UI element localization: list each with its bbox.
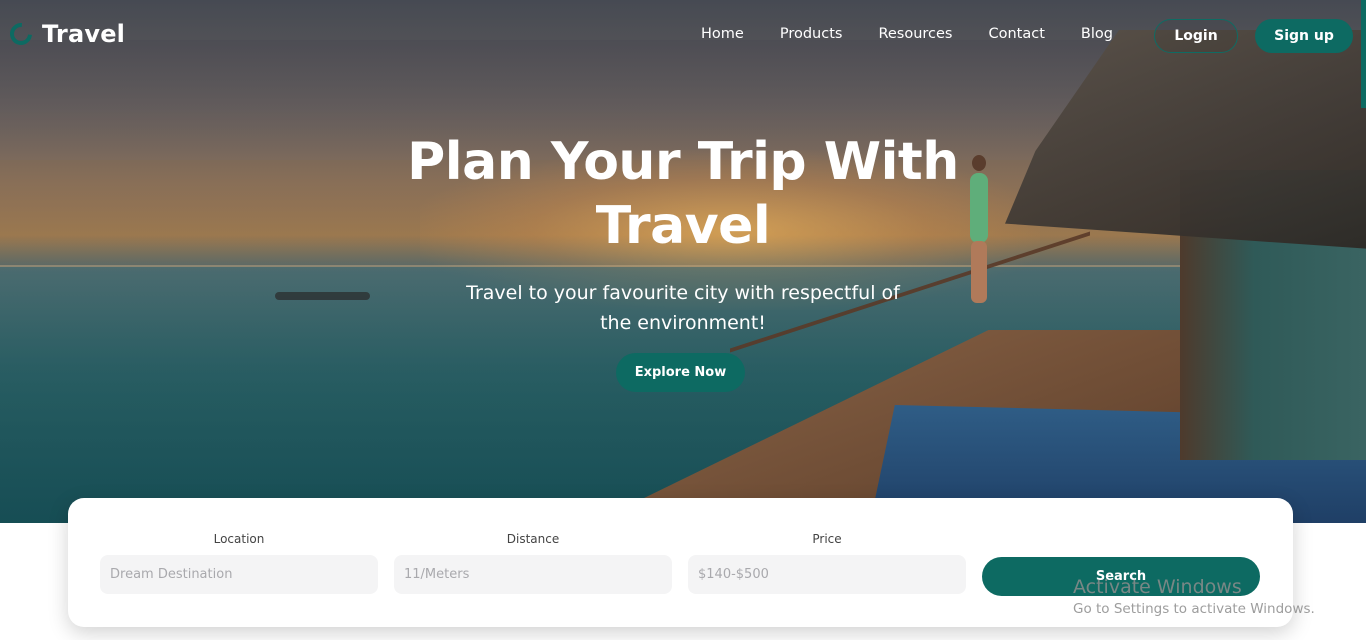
nav-links: Home Products Resources Contact Blog bbox=[701, 26, 1149, 42]
location-label: Location bbox=[213, 532, 265, 546]
hero-subtitle: Travel to your favourite city with respe… bbox=[433, 278, 933, 338]
distance-label: Distance bbox=[506, 532, 560, 546]
explore-now-button[interactable]: Explore Now bbox=[616, 353, 745, 392]
nav-link-products[interactable]: Products bbox=[780, 26, 843, 42]
price-label: Price bbox=[812, 532, 842, 546]
brand-logo-icon bbox=[5, 18, 37, 50]
brand[interactable]: Travel bbox=[5, 18, 126, 50]
windows-activation-watermark: Activate Windows Go to Settings to activ… bbox=[1073, 576, 1315, 619]
hero-subtitle-line1: Travel to your favourite city with respe… bbox=[466, 282, 900, 304]
nav-link-home[interactable]: Home bbox=[701, 26, 744, 42]
hero-title-line1: Plan Your Trip With bbox=[407, 132, 959, 192]
hero-rocks bbox=[275, 292, 370, 300]
hero-title-line2: Travel bbox=[595, 196, 771, 256]
page-scrollbar[interactable] bbox=[1361, 0, 1366, 108]
signup-button[interactable]: Sign up bbox=[1255, 19, 1353, 53]
top-nav: Travel Home Products Resources Contact B… bbox=[0, 0, 1366, 72]
nav-link-contact[interactable]: Contact bbox=[989, 26, 1045, 42]
distance-input[interactable] bbox=[394, 555, 672, 594]
hero-subtitle-line2: the environment! bbox=[600, 312, 766, 334]
nav-link-blog[interactable]: Blog bbox=[1081, 26, 1113, 42]
nav-link-resources[interactable]: Resources bbox=[878, 26, 952, 42]
watermark-title: Activate Windows bbox=[1073, 576, 1242, 598]
brand-name: Travel bbox=[42, 20, 126, 48]
watermark-subtitle: Go to Settings to activate Windows. bbox=[1073, 601, 1315, 617]
price-input[interactable] bbox=[688, 555, 966, 594]
hero-title: Plan Your Trip With Travel bbox=[383, 130, 983, 258]
hero-section: Plan Your Trip With Travel Travel to you… bbox=[0, 0, 1366, 523]
location-input[interactable] bbox=[100, 555, 378, 594]
login-button[interactable]: Login bbox=[1154, 19, 1238, 53]
